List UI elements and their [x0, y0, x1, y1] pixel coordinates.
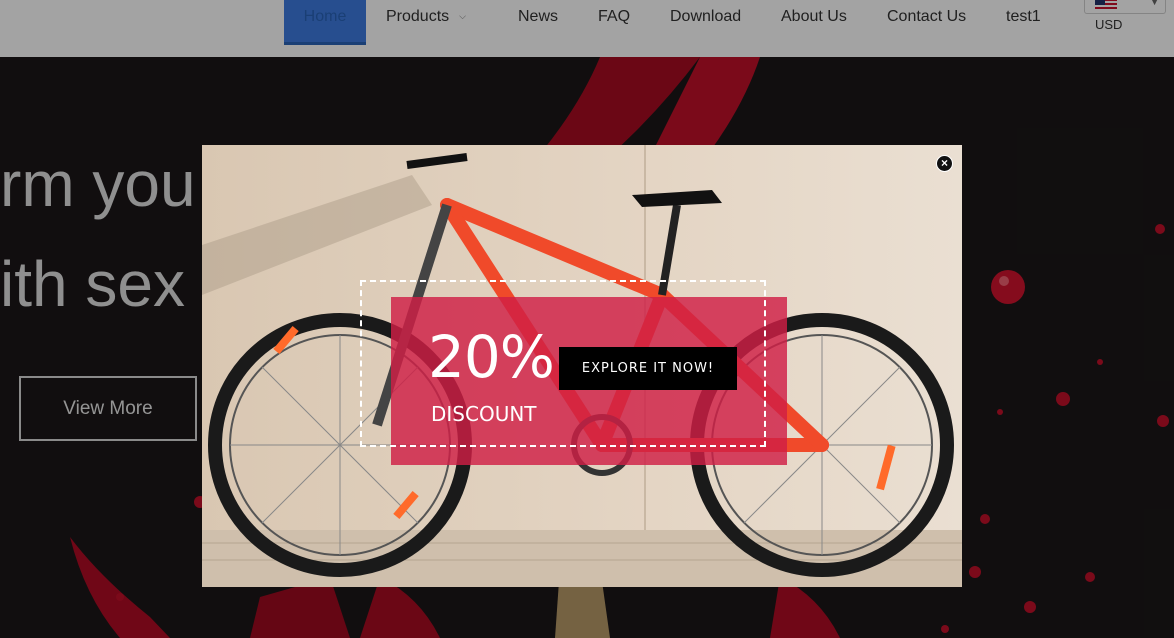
promo-popup: 20% DISCOUNT EXPLORE IT NOW! × [202, 145, 962, 587]
discount-label: DISCOUNT [431, 402, 537, 426]
close-icon[interactable]: × [936, 155, 953, 172]
explore-button[interactable]: EXPLORE IT NOW! [559, 347, 737, 390]
discount-value: 20% [428, 323, 555, 391]
